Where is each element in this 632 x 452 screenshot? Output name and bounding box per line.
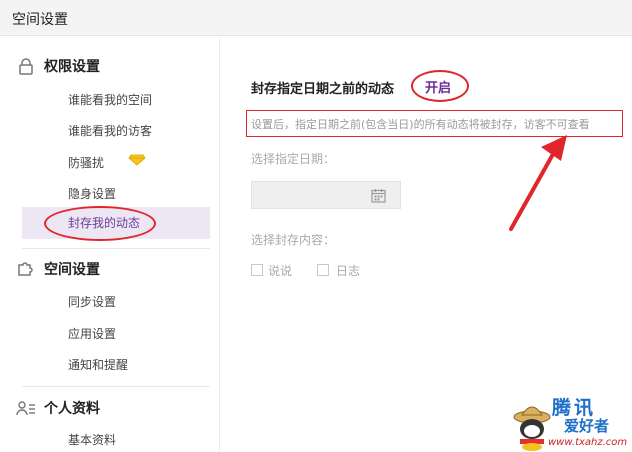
section-space-title: 空间设置 (44, 262, 100, 278)
diamond-icon (128, 151, 146, 170)
sidebar-item-who-can-see-visitors[interactable]: 谁能看我的访客 (68, 122, 152, 140)
sidebar-item-invisible-settings[interactable]: 隐身设置 (68, 185, 116, 203)
window-title: 空间设置 (12, 12, 68, 28)
description-text: 设置后，指定日期之前(包含当日)的所有动态将被封存，访客不可查看 (251, 118, 590, 131)
divider (22, 248, 210, 249)
divider (22, 386, 210, 387)
section-space: 空间设置 (18, 259, 100, 279)
puzzle-icon (16, 259, 36, 279)
checkbox-shuoshuo[interactable] (251, 264, 263, 276)
sidebar: 权限设置 谁能看我的空间 谁能看我的访客 防骚扰 隐身设置 封存我的动态 空间设… (0, 37, 220, 452)
sidebar-item-archive-my-posts[interactable]: 封存我的动态 (22, 207, 210, 239)
section-permissions: 权限设置 (19, 56, 100, 76)
date-input[interactable] (251, 181, 401, 209)
title-bar: 空间设置 (0, 0, 632, 36)
annotation-arrow-icon (509, 135, 567, 231)
watermark-brand-2: 爱好者 (564, 417, 610, 435)
lock-icon (16, 56, 36, 76)
section-profile: 个人资料 (16, 398, 100, 418)
calendar-icon[interactable] (371, 188, 386, 207)
sidebar-item-app-settings[interactable]: 应用设置 (68, 325, 116, 343)
section-profile-title: 个人资料 (44, 401, 100, 417)
main-panel: 封存指定日期之前的动态 开启 设置后，指定日期之前(包含当日)的所有动态将被封存… (221, 37, 632, 452)
checkbox-blog[interactable] (317, 264, 329, 276)
sidebar-item-sync-settings[interactable]: 同步设置 (68, 293, 116, 311)
section-permissions-title: 权限设置 (44, 59, 100, 75)
date-label: 选择指定日期： (251, 152, 336, 166)
sidebar-item-anti-harassment[interactable]: 防骚扰 (68, 154, 104, 172)
sidebar-item-who-can-see-space[interactable]: 谁能看我的空间 (68, 91, 152, 109)
checkbox-shuoshuo-label: 说说 (268, 264, 293, 278)
feature-title: 封存指定日期之前的动态 (251, 82, 395, 97)
checkbox-blog-label: 日志 (336, 264, 361, 278)
content-label: 选择封存内容： (251, 233, 336, 247)
sidebar-item-archive-my-posts-label: 封存我的动态 (68, 216, 141, 230)
watermark-url: www.txahz.com (548, 437, 628, 448)
person-list-icon (16, 398, 36, 418)
sidebar-item-notifications[interactable]: 通知和提醒 (68, 356, 128, 374)
sidebar-item-basic-info[interactable]: 基本资料 (68, 431, 116, 449)
enable-toggle[interactable]: 开启 (425, 77, 451, 96)
